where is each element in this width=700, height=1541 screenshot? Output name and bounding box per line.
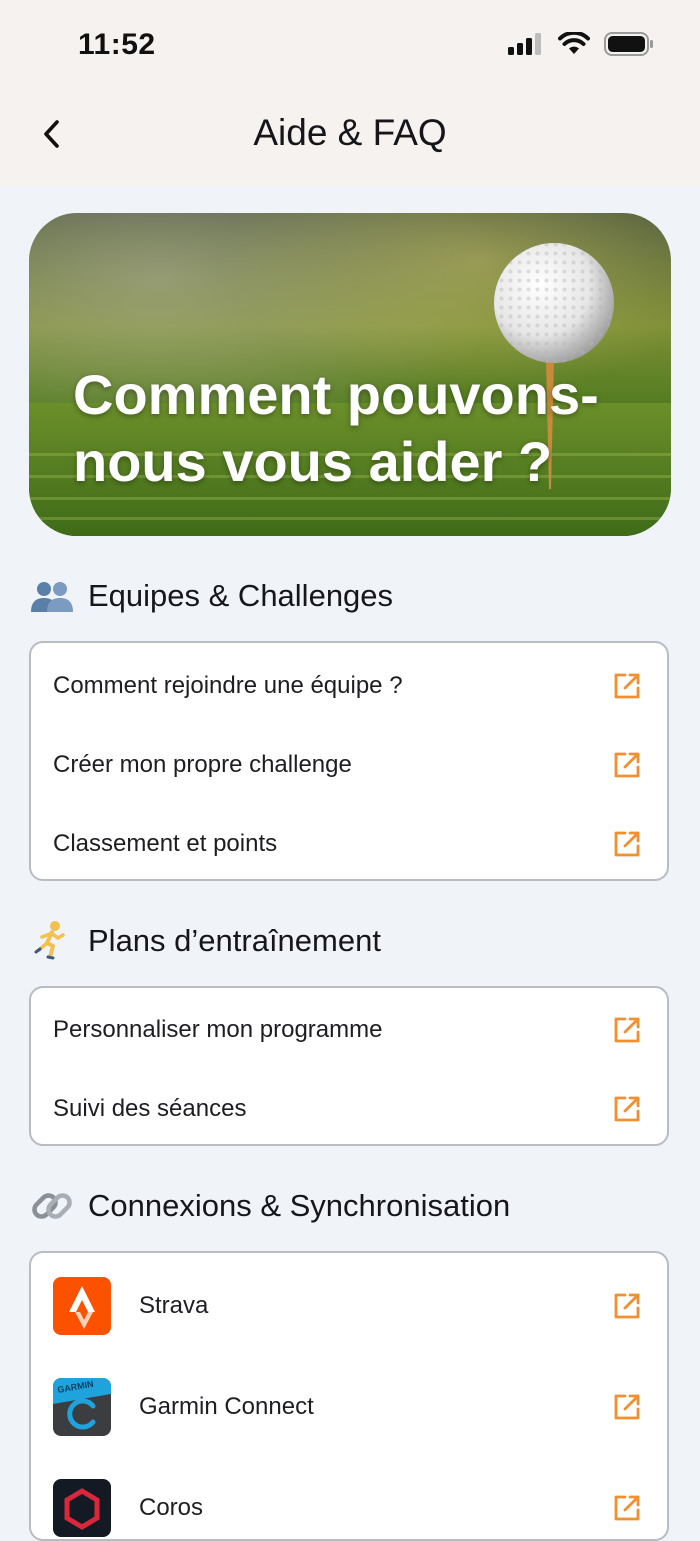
external-link-icon [614,1394,640,1419]
connection-label: Garmin Connect [139,1392,314,1420]
section-header-training: Plans d’entraînement [30,919,381,963]
faq-item-label: Personnaliser mon programme [53,1015,383,1043]
faq-card-connections: Strava GARMIN Garmin Connect Coros [29,1251,669,1541]
runner-icon [30,919,74,963]
external-link-icon [614,1495,640,1520]
section-title: Connexions & Synchronisation [88,1188,511,1223]
connection-label: Strava [139,1291,209,1319]
garmin-logo-icon: GARMIN [53,1377,111,1436]
navigation-bar: Aide & FAQ [0,92,700,186]
faq-item-label: Classement et points [53,829,278,857]
faq-item-customize-program[interactable]: Personnaliser mon programme [31,990,667,1069]
wifi-icon [558,32,590,54]
faq-card-teams: Comment rejoindre une équipe ? Créer mon… [29,641,669,881]
connection-item-garmin[interactable]: GARMIN Garmin Connect [31,1356,667,1457]
external-link-icon [614,673,640,698]
external-link-icon [614,831,640,856]
coros-logo-icon [53,1478,111,1537]
faq-item-label: Suivi des séances [53,1094,247,1122]
faq-card-training: Personnaliser mon programme Suivi des sé… [29,986,669,1146]
hero-banner: Comment pouvons-nous vous aider ? [29,213,671,536]
external-link-icon [614,1096,640,1121]
status-bar: 11:52 [0,0,700,92]
faq-item-label: Créer mon propre challenge [53,750,352,778]
section-header-connections: Connexions & Synchronisation [30,1184,510,1228]
section-header-teams: Equipes & Challenges [30,574,393,618]
section-title: Plans d’entraînement [88,923,381,958]
faq-item-ranking-points[interactable]: Classement et points [31,804,667,879]
connection-item-coros[interactable]: Coros [31,1457,667,1539]
faq-item-create-challenge[interactable]: Créer mon propre challenge [31,725,667,804]
battery-icon [604,32,653,56]
status-time: 11:52 [78,28,156,61]
external-link-icon [614,752,640,777]
faq-item-label: Comment rejoindre une équipe ? [53,671,403,699]
external-link-icon [614,1017,640,1042]
page-title: Aide & FAQ [253,112,447,153]
external-link-icon [614,1293,640,1318]
connection-label: Coros [139,1493,204,1521]
faq-item-session-tracking[interactable]: Suivi des séances [31,1069,667,1144]
hero-title: Comment pouvons-nous vous aider ? [73,363,599,493]
link-icon [30,1184,74,1228]
section-title: Equipes & Challenges [88,578,394,613]
cellular-signal-icon [508,33,541,55]
strava-logo-icon [53,1276,111,1335]
connection-item-strava[interactable]: Strava [31,1255,667,1356]
faq-item-join-team[interactable]: Comment rejoindre une équipe ? [31,646,667,725]
people-icon [30,574,74,618]
